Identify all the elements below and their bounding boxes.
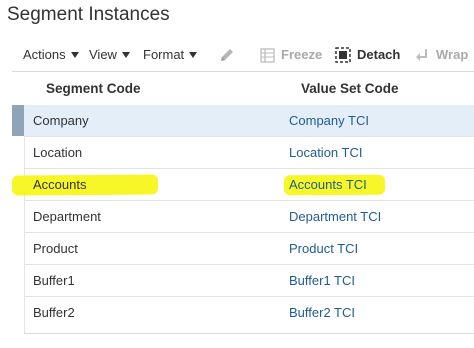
value-set-link[interactable]: Company TCI	[289, 105, 369, 136]
chevron-down-icon	[70, 52, 79, 58]
chevron-down-icon	[121, 52, 130, 58]
freeze-button[interactable]: Freeze	[260, 40, 322, 70]
segment-code-cell: Product	[33, 241, 78, 256]
value-set-link[interactable]: Accounts TCI	[289, 169, 367, 200]
format-menu[interactable]: Format	[143, 40, 198, 70]
segment-instances-table: Segment Code Value Set Code Company Comp…	[11, 71, 474, 334]
table-bottom-border	[24, 333, 474, 334]
detach-icon	[335, 47, 351, 63]
value-set-link[interactable]: Buffer1 TCI	[289, 265, 355, 296]
segment-code-cell: Accounts	[33, 177, 87, 192]
freeze-icon	[260, 47, 275, 63]
table-row[interactable]: Buffer1 Buffer1 TCI	[24, 265, 474, 297]
column-header-segment-code[interactable]: Segment Code	[46, 72, 141, 105]
value-set-link[interactable]: Department TCI	[289, 201, 381, 232]
segment-code-cell: Buffer2	[33, 305, 75, 320]
table-header: Segment Code Value Set Code	[24, 72, 474, 106]
pencil-icon	[221, 49, 233, 61]
actions-label: Actions	[23, 47, 66, 62]
value-set-link[interactable]: Buffer2 TCI	[289, 297, 355, 328]
view-label: View	[89, 47, 117, 62]
wrap-icon	[416, 49, 427, 61]
segment-code-cell: Department	[33, 209, 101, 224]
detach-label: Detach	[357, 47, 401, 62]
table-row[interactable]: Product Product TCI	[24, 233, 474, 265]
detach-button[interactable]: Detach	[335, 40, 400, 70]
table-row[interactable]: Accounts Accounts TCI	[11, 169, 474, 201]
freeze-label: Freeze	[281, 47, 323, 62]
wrap-label: Wrap	[436, 47, 469, 62]
chevron-down-icon	[189, 52, 198, 58]
table-row[interactable]: Company Company TCI	[24, 105, 474, 137]
column-header-value-set-code[interactable]: Value Set Code	[301, 72, 399, 105]
format-label: Format	[143, 47, 185, 62]
wrap-button[interactable]: Wrap	[414, 40, 468, 70]
segment-code-cell: Location	[33, 145, 83, 160]
table-row[interactable]: Buffer2 Buffer2 TCI	[24, 297, 474, 328]
segment-code-cell: Company	[33, 113, 89, 128]
page-title: Segment Instances	[7, 4, 170, 25]
table-row[interactable]: Department Department TCI	[24, 201, 474, 233]
edit-button[interactable]	[218, 40, 242, 70]
table-toolbar: Actions View Format Freeze Detach Wrap	[0, 40, 474, 70]
view-menu[interactable]: View	[89, 40, 130, 70]
table-row[interactable]: Location Location TCI	[24, 137, 474, 169]
actions-menu[interactable]: Actions	[23, 40, 79, 70]
value-set-link[interactable]: Location TCI	[289, 137, 362, 168]
row-selector[interactable]	[12, 105, 24, 136]
segment-code-cell: Buffer1	[33, 273, 75, 288]
value-set-link[interactable]: Product TCI	[289, 233, 358, 264]
